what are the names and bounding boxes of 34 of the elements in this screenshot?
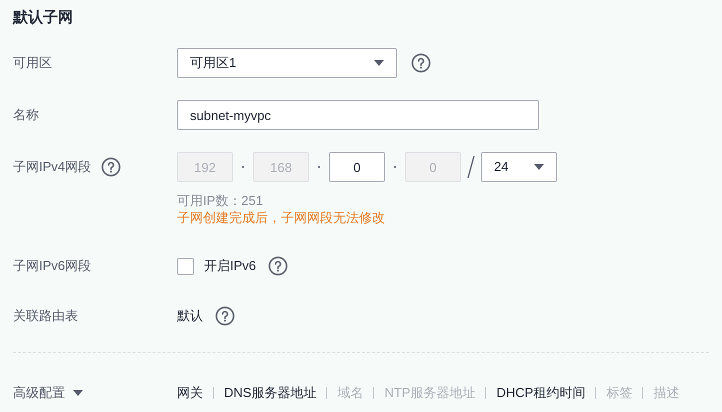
prefix-dropdown[interactable]: 24 — [481, 152, 557, 182]
config-item: 域名 — [326, 386, 374, 399]
slash-separator — [467, 155, 475, 179]
section-title: 默认子网 — [13, 8, 74, 28]
available-ip-count: 可用IP数：251 — [177, 192, 264, 209]
zone-dropdown[interactable]: 可用区1 — [177, 48, 397, 78]
field-label: 子网IPv6网段 — [13, 257, 92, 276]
dot-separator — [394, 166, 396, 168]
ip-octet-field[interactable]: 0 — [329, 152, 385, 182]
help-icon[interactable] — [411, 53, 431, 73]
field-label: 名称 — [13, 106, 39, 124]
checkbox-label: 开启IPv6 — [204, 257, 256, 276]
caret-icon — [374, 60, 384, 66]
help-icon[interactable] — [101, 157, 122, 177]
caret-icon — [534, 164, 544, 170]
config-item: NTP服务器地址 — [373, 386, 486, 399]
config-item: 描述 — [642, 386, 690, 399]
config-item: 网关 — [177, 386, 204, 399]
route-table-value: 默认 — [177, 307, 203, 326]
config-item: DNS服务器地址 — [213, 386, 326, 399]
field-label: 子网IPv4网段 — [13, 158, 92, 176]
checkbox[interactable] — [177, 258, 194, 274]
dot-separator — [242, 166, 244, 168]
field-label: 可用区 — [13, 54, 52, 72]
dot-separator — [318, 166, 320, 168]
help-icon[interactable] — [215, 306, 235, 326]
advanced-toggle[interactable]: 高级配置 — [13, 383, 83, 402]
warning-text: 子网创建完成后，子网网段无法修改 — [177, 209, 386, 226]
help-icon[interactable] — [268, 256, 288, 276]
config-item: 标签 — [595, 386, 642, 399]
name-field[interactable]: subnet-myvpc — [177, 100, 539, 130]
config-item: DHCP租约时间 — [485, 386, 596, 399]
caret-icon — [73, 390, 83, 396]
field-label: 关联路由表 — [13, 307, 78, 326]
